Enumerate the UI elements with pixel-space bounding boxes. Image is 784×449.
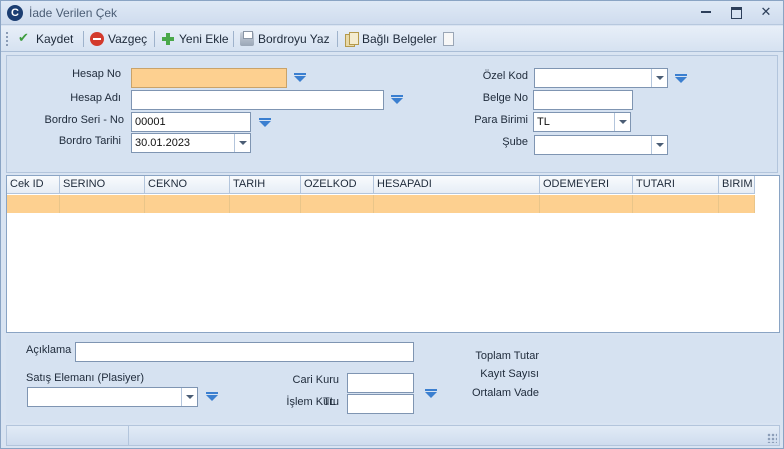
add-new-button[interactable]: Yeni Ekle [161, 30, 229, 48]
toolbar-separator [233, 31, 234, 47]
satis-elemani-select[interactable] [27, 387, 198, 407]
footer-form: Açıklama Satış Elemanı (Plasiyer) Cari K… [6, 335, 780, 423]
islem-kuru-currency: TL [323, 396, 336, 408]
table-cell[interactable] [145, 195, 230, 213]
toolbar-separator [83, 31, 84, 47]
hesap-no-picker-icon[interactable] [293, 73, 307, 83]
column-header[interactable]: CEKNO [145, 176, 230, 194]
ozel-kod-picker-icon[interactable] [674, 74, 688, 84]
chevron-down-icon[interactable] [614, 113, 630, 131]
table-cell[interactable] [301, 195, 374, 213]
check-icon [18, 30, 32, 46]
table-cell[interactable] [7, 195, 60, 213]
window: C İade Verilen Çek ✕ Kaydet Vazgeç Yeni … [0, 0, 784, 449]
bordro-seri-no-input[interactable]: 00001 [131, 112, 251, 132]
aciklama-input[interactable] [75, 342, 414, 362]
cheque-grid[interactable]: Cek ID SERINO CEKNO TARIH OZELKOD HESAPA… [6, 175, 780, 333]
hesap-no-input[interactable] [131, 68, 287, 88]
sube-select[interactable] [534, 135, 668, 155]
aciklama-label: Açıklama [26, 344, 72, 356]
grid-header: Cek ID SERINO CEKNO TARIH OZELKOD HESAPA… [7, 176, 755, 194]
plus-icon [161, 32, 175, 46]
toolbar-grip[interactable] [6, 32, 8, 46]
printer-icon [240, 31, 254, 46]
table-cell[interactable] [230, 195, 301, 213]
column-header[interactable]: Cek ID [7, 176, 60, 194]
minimize-button[interactable] [698, 5, 714, 19]
table-cell[interactable] [633, 195, 719, 213]
print-bordro-button[interactable]: Bordroyu Yaz [240, 30, 330, 48]
belge-no-input[interactable] [533, 90, 633, 110]
table-cell[interactable] [540, 195, 633, 213]
ozel-kod-label: Özel Kod [482, 70, 528, 82]
hesap-adi-picker-icon[interactable] [390, 95, 404, 105]
save-label: Kaydet [36, 32, 74, 46]
restore-button[interactable] [728, 5, 744, 19]
blank-document-icon [443, 32, 454, 46]
toplam-tutar-label: Toplam Tutar [475, 350, 539, 362]
chevron-down-icon[interactable] [651, 69, 667, 87]
hesap-adi-label: Hesap Adı [70, 92, 121, 104]
bordro-tarihi-value: 30.01.2023 [135, 137, 191, 149]
blank-document-button[interactable] [443, 30, 454, 48]
column-header[interactable]: BIRIM [719, 176, 755, 194]
kur-picker-icon[interactable] [424, 389, 438, 399]
satis-elemani-label: Satış Elemanı (Plasiyer) [26, 372, 144, 384]
title-bar: C İade Verilen Çek ✕ [1, 1, 783, 25]
ortalam-vade-label: Ortalam Vade [471, 387, 539, 399]
islem-kuru-input[interactable] [347, 394, 414, 414]
toolbar-separator [337, 31, 338, 47]
ozel-kod-select[interactable] [534, 68, 668, 88]
chevron-down-icon[interactable] [181, 388, 197, 406]
column-header[interactable]: TUTARI [633, 176, 719, 194]
bordro-tarihi-date-picker[interactable]: 30.01.2023 [131, 133, 251, 153]
column-header[interactable]: ODEMEYERI [540, 176, 633, 194]
cancel-button[interactable]: Vazgeç [90, 30, 147, 48]
save-button[interactable]: Kaydet [18, 30, 73, 48]
resize-grip-icon[interactable] [767, 433, 777, 443]
toolbar-separator [154, 31, 155, 47]
bordro-tarihi-label: Bordro Tarihi [58, 135, 121, 147]
chevron-down-icon[interactable] [234, 134, 250, 152]
add-new-label: Yeni Ekle [179, 32, 229, 46]
para-birimi-value: TL [537, 116, 550, 128]
hesap-no-label: Hesap No [72, 68, 121, 80]
header-form: Hesap No Hesap Adı Bordro Seri - No 0000… [6, 55, 778, 173]
app-logo-icon: C [7, 5, 23, 21]
table-cell[interactable] [719, 195, 755, 213]
hesap-adi-input[interactable] [131, 90, 384, 110]
table-row[interactable] [7, 195, 755, 213]
column-header[interactable]: HESAPADI [374, 176, 540, 194]
linked-documents-label: Bağlı Belgeler [362, 32, 437, 46]
status-cell [7, 426, 129, 445]
cancel-label: Vazgeç [108, 32, 148, 46]
kayit-sayisi-label: Kayıt Sayısı [480, 368, 539, 380]
cancel-icon [90, 32, 104, 46]
print-bordro-label: Bordroyu Yaz [258, 32, 330, 46]
close-button[interactable]: ✕ [758, 5, 774, 19]
linked-documents-button[interactable]: Bağlı Belgeler [344, 30, 437, 48]
bordro-seri-no-label: Bordro Seri - No [44, 114, 124, 126]
cari-kuru-input[interactable] [347, 373, 414, 393]
window-title: İade Verilen Çek [29, 6, 118, 20]
para-birimi-label: Para Birimi [474, 114, 528, 126]
status-bar [6, 425, 780, 446]
belge-no-label: Belge No [482, 92, 528, 104]
sube-label: Şube [502, 136, 528, 148]
column-header[interactable]: TARIH [230, 176, 301, 194]
documents-icon [344, 32, 359, 47]
toolbar: Kaydet Vazgeç Yeni Ekle Bordroyu Yaz Bağ… [1, 26, 783, 52]
cari-kuru-label: Cari Kuru [292, 374, 339, 386]
satis-elemani-picker-icon[interactable] [205, 392, 219, 402]
table-cell[interactable] [60, 195, 145, 213]
bordro-seri-no-picker-icon[interactable] [258, 118, 272, 128]
column-header[interactable]: OZELKOD [301, 176, 374, 194]
table-cell[interactable] [374, 195, 540, 213]
chevron-down-icon[interactable] [651, 136, 667, 154]
para-birimi-select[interactable]: TL [533, 112, 631, 132]
column-header[interactable]: SERINO [60, 176, 145, 194]
